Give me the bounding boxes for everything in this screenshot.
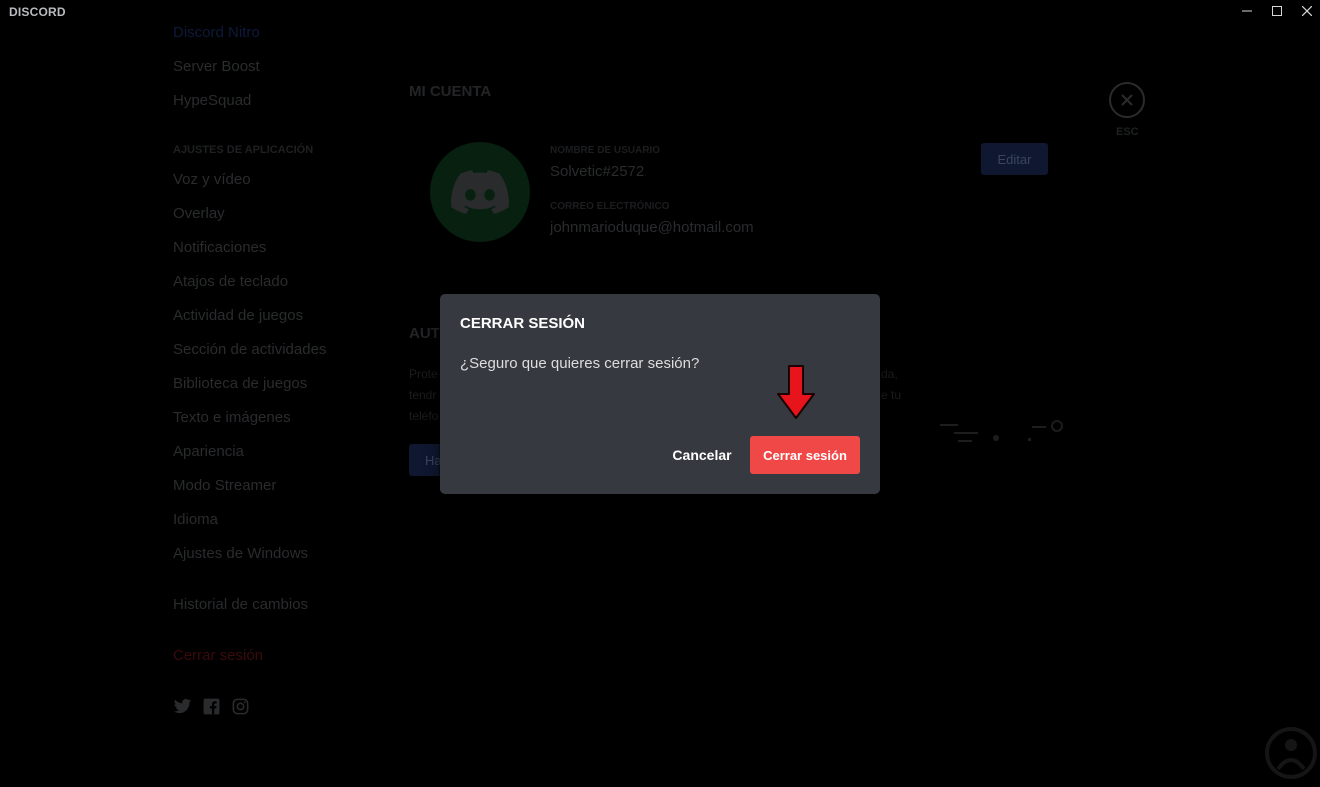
username-label: NOMBRE DE USUARIO: [550, 145, 661, 156]
social-links: [173, 697, 250, 716]
sidebar-item-language[interactable]: Idioma: [173, 511, 218, 528]
sidebar-item-keybinds[interactable]: Atajos de teclado: [173, 273, 288, 290]
two-factor-illustration: [940, 420, 1063, 442]
confirm-logout-button[interactable]: Cerrar sesión: [750, 436, 860, 474]
twitter-icon[interactable]: [173, 697, 192, 716]
sidebar-item-text-images[interactable]: Texto e imágenes: [173, 409, 291, 426]
discord-logo: DISCORD: [9, 5, 66, 19]
sidebar-item-server-boost[interactable]: Server Boost: [173, 58, 260, 75]
minimize-button[interactable]: [1232, 2, 1262, 20]
sidebar-section-header: AJUSTES DE APLICACIÓN: [173, 144, 314, 156]
sidebar-item-overlay[interactable]: Overlay: [173, 205, 225, 222]
solvetic-watermark-icon: [1265, 727, 1317, 779]
page-title: MI CUENTA: [409, 83, 492, 100]
two-factor-desc-right-2: e tu: [881, 388, 902, 402]
sidebar-item-game-library[interactable]: Biblioteca de juegos: [173, 375, 307, 392]
maximize-button[interactable]: [1262, 2, 1292, 20]
sidebar-item-voice-video[interactable]: Voz y vídeo: [173, 171, 251, 188]
sidebar-item-game-activity[interactable]: Actividad de juegos: [173, 307, 303, 324]
sidebar-item-changelog[interactable]: Historial de cambios: [173, 596, 308, 613]
sidebar-item-logout[interactable]: Cerrar sesión: [173, 647, 263, 664]
username-value: Solvetic#2572: [550, 163, 645, 180]
email-label: CORREO ELECTRÓNICO: [550, 201, 670, 212]
dialog-message: ¿Seguro que quieres cerrar sesión?: [460, 355, 700, 372]
sidebar-item-appearance[interactable]: Apariencia: [173, 443, 244, 460]
maximize-icon: [1272, 6, 1282, 16]
edit-account-button[interactable]: Editar: [981, 143, 1048, 175]
settings-sidebar: Discord Nitro Server Boost HypeSquad AJU…: [173, 0, 393, 787]
email-value: johnmarioduque@hotmail.com: [550, 219, 754, 236]
sidebar-item-activity-feed[interactable]: Sección de actividades: [173, 341, 326, 358]
sidebar-item-notifications[interactable]: Notificaciones: [173, 239, 266, 256]
close-icon: [1302, 6, 1312, 16]
avatar[interactable]: [430, 142, 530, 242]
sidebar-item-hypesquad[interactable]: HypeSquad: [173, 92, 251, 109]
sidebar-item-streamer-mode[interactable]: Modo Streamer: [173, 477, 276, 494]
facebook-icon[interactable]: [202, 697, 221, 716]
sidebar-item-nitro[interactable]: Discord Nitro: [173, 24, 260, 41]
two-factor-desc-right-1: da,: [881, 367, 898, 381]
two-factor-desc-line-3: teléfo: [409, 409, 439, 423]
close-icon: [1121, 94, 1133, 106]
two-factor-desc-line-2: tendr: [409, 388, 437, 402]
sidebar-item-windows-settings[interactable]: Ajustes de Windows: [173, 545, 308, 562]
discord-logo-icon: [451, 170, 509, 214]
minimize-icon: [1242, 10, 1252, 12]
red-arrow-down-icon: [777, 365, 815, 419]
esc-label: ESC: [1116, 126, 1139, 138]
window-close-button[interactable]: [1292, 2, 1320, 20]
cancel-button[interactable]: Cancelar: [660, 436, 744, 474]
instagram-icon[interactable]: [231, 697, 250, 716]
two-factor-title: AUT: [409, 325, 440, 342]
close-settings-button[interactable]: [1109, 82, 1145, 118]
two-factor-desc-line-1: Prote: [409, 367, 438, 381]
dialog-title: CERRAR SESIÓN: [460, 315, 586, 332]
